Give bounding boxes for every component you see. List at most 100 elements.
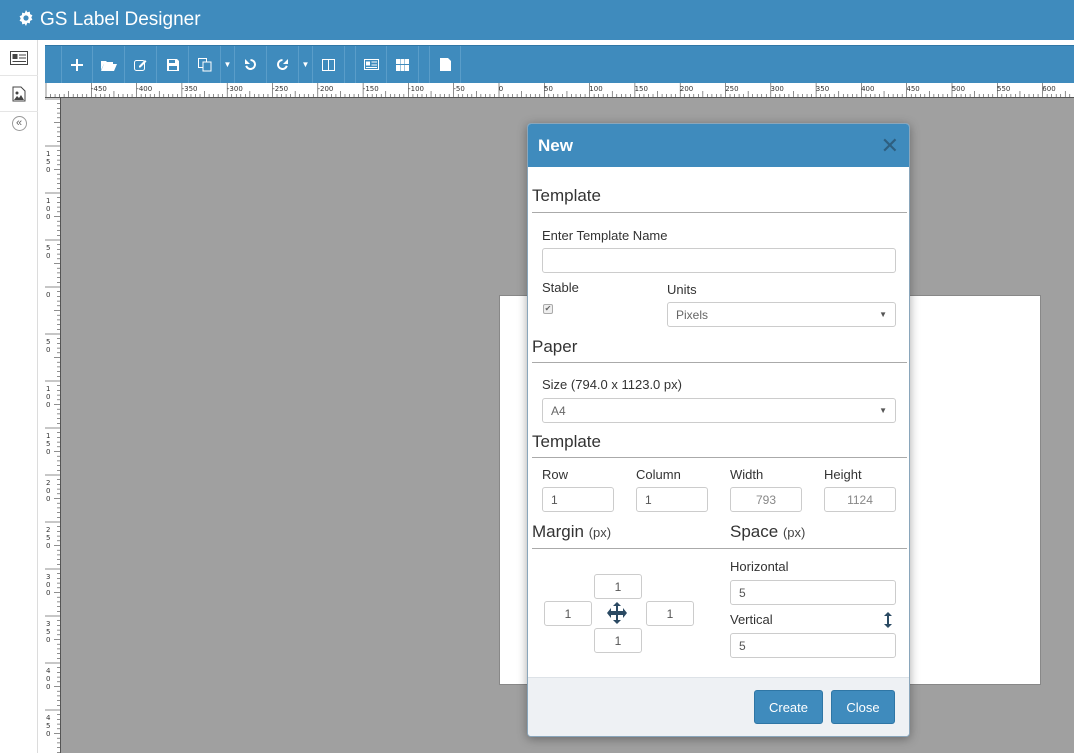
units-select[interactable]: Pixels ▼ — [667, 302, 896, 327]
ruler-tick-label: 0 — [46, 346, 50, 354]
columns-icon — [322, 58, 335, 71]
ruler-tick-label: 0 — [46, 581, 50, 589]
plus-icon — [71, 58, 83, 71]
ruler-tick-label: 0 — [46, 213, 50, 221]
ruler-tick-label: 1 — [46, 150, 50, 158]
new-button[interactable] — [61, 46, 93, 83]
divider — [532, 548, 907, 549]
collapse-sidebar-button[interactable]: « — [0, 112, 38, 134]
ruler-tick-label: 1 — [46, 197, 50, 205]
open-button[interactable] — [93, 46, 125, 83]
column-input[interactable] — [636, 487, 708, 512]
ruler-tick-label: 400 — [861, 85, 874, 93]
ruler-tick-label: -400 — [136, 85, 152, 93]
ruler-tick-label: 200 — [680, 85, 693, 93]
template-name-input[interactable] — [542, 248, 896, 273]
ruler-tick-label: 0 — [46, 166, 50, 174]
width-input[interactable] — [730, 487, 802, 512]
grid-button[interactable] — [387, 46, 419, 83]
ruler-tick-label: 2 — [46, 479, 50, 487]
vertical-arrow-icon — [883, 612, 893, 633]
columns-button[interactable] — [313, 46, 345, 83]
margin-left-input[interactable] — [544, 601, 592, 626]
close-icon[interactable]: ✕ — [881, 133, 899, 159]
copy-button[interactable] — [189, 46, 221, 83]
ruler-tick-label: 350 — [816, 85, 829, 93]
stable-label: Stable — [542, 280, 579, 295]
row-input[interactable] — [542, 487, 614, 512]
ruler-tick-label: -250 — [272, 85, 288, 93]
undo-button[interactable] — [235, 46, 267, 83]
label-card-button[interactable] — [355, 46, 387, 83]
ruler-tick-label: 550 — [997, 85, 1010, 93]
ruler-tick-label: 0 — [499, 85, 503, 93]
new-template-dialog: New ✕ Template Enter Template Name Stabl… — [527, 123, 910, 737]
template-layout-section-title: Template — [532, 432, 601, 451]
sidebar-item-images[interactable] — [0, 76, 38, 112]
page-button[interactable] — [429, 46, 461, 83]
ruler-tick-label: 5 — [46, 244, 50, 252]
horizontal-ruler[interactable]: -450 -400 -350 -300 -250 -200 -150 -100 -50 0 50 10… — [45, 83, 1074, 98]
ruler-tick-label: 500 — [952, 85, 965, 93]
divider — [532, 212, 907, 213]
ruler-tick-label: 300 — [771, 85, 784, 93]
redo-icon — [277, 59, 288, 70]
template-name-label: Enter Template Name — [542, 228, 668, 243]
horizontal-label: Horizontal — [730, 559, 789, 574]
ruler-tick-label: -350 — [182, 85, 198, 93]
move-arrows-icon — [606, 602, 628, 629]
space-label: Space — [730, 522, 779, 541]
copy-dropdown-caret[interactable]: ▼ — [221, 46, 235, 83]
margin-section-title: Margin (px) — [532, 522, 611, 542]
horizontal-space-input[interactable] — [730, 580, 896, 605]
ruler-tick-label: 3 — [46, 573, 50, 581]
save-button[interactable] — [157, 46, 189, 83]
close-button[interactable]: Close — [831, 690, 895, 724]
ruler-tick-label: -150 — [363, 85, 379, 93]
dialog-title: New — [538, 135, 573, 155]
ruler-tick-label: -300 — [227, 85, 243, 93]
paper-size-select[interactable]: A4 ▼ — [542, 398, 896, 423]
ruler-tick-label: 2 — [46, 526, 50, 534]
vertical-ruler[interactable]: 15010050050100150200250300350400450 — [45, 98, 61, 753]
chevron-double-left-icon: « — [11, 115, 27, 131]
dialog-footer: Create Close — [528, 677, 909, 736]
margin-bottom-input[interactable] — [594, 628, 642, 653]
ruler-tick-label: 0 — [46, 730, 50, 738]
size-label: Size (794.0 x 1123.0 px) — [542, 377, 682, 392]
units-select-value: Pixels — [676, 307, 709, 322]
ruler-tick-label: 0 — [46, 589, 50, 597]
units-label: Units — [667, 282, 697, 297]
redo-button[interactable] — [267, 46, 299, 83]
image-icon — [12, 86, 26, 101]
height-input[interactable] — [824, 487, 896, 512]
ruler-tick-label: 5 — [46, 338, 50, 346]
ruler-tick-label: 3 — [46, 620, 50, 628]
ruler-tick-label: 0 — [46, 291, 50, 299]
ruler-tick-label: 0 — [46, 448, 50, 456]
ruler-tick-label: 0 — [46, 683, 50, 691]
gear-icon — [18, 9, 34, 31]
caret-down-icon: ▼ — [879, 310, 887, 319]
ruler-tick-label: 250 — [725, 85, 738, 93]
ruler-tick-label: 0 — [46, 252, 50, 260]
dialog-header: New ✕ — [528, 124, 909, 167]
divider — [532, 457, 907, 458]
margin-top-input[interactable] — [594, 574, 642, 599]
margin-label: Margin — [532, 522, 584, 541]
margin-right-input[interactable] — [646, 601, 694, 626]
paper-size-value: A4 — [551, 403, 566, 418]
ruler-tick-label: 4 — [46, 667, 51, 675]
redo-dropdown-caret[interactable]: ▼ — [299, 46, 313, 83]
vertical-space-input[interactable] — [730, 633, 896, 658]
create-button[interactable]: Create — [754, 690, 823, 724]
ruler-tick-label: 5 — [46, 722, 50, 730]
sidebar-item-properties[interactable] — [0, 40, 38, 76]
id-card-icon — [363, 59, 379, 70]
app-header: GS Label Designer — [0, 0, 1074, 40]
ruler-tick-label: -450 — [91, 85, 107, 93]
edit-button[interactable] — [125, 46, 157, 83]
stable-checkbox[interactable]: ✔ — [543, 304, 553, 314]
ruler-tick-label: 5 — [46, 440, 50, 448]
sidebar: « — [0, 40, 38, 753]
